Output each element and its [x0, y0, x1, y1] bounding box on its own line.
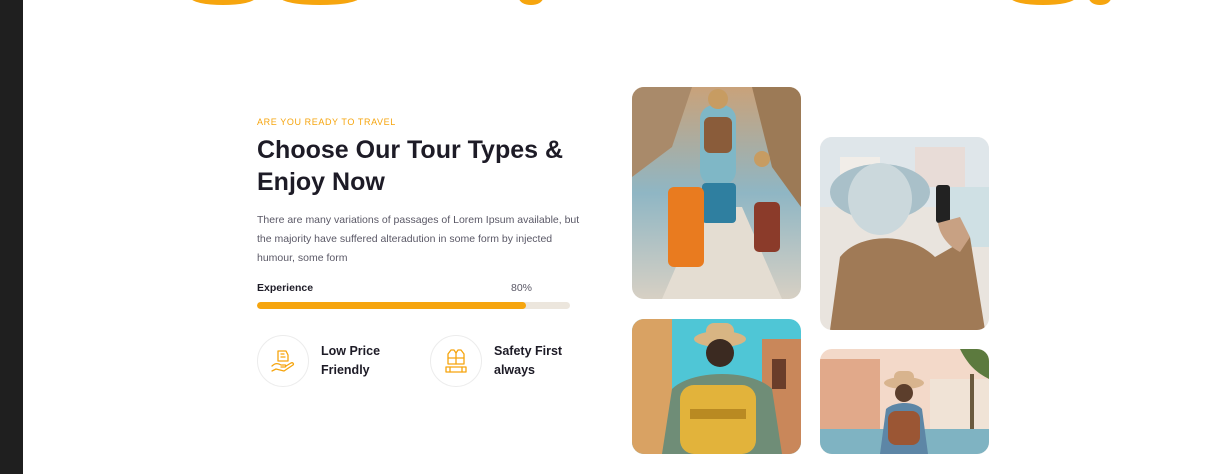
safety-vest-icon [430, 335, 482, 387]
left-rail [0, 0, 23, 474]
photo-traveler-suitcases [632, 87, 801, 299]
hand-price-icon [257, 335, 309, 387]
progress-label: Experience [257, 282, 314, 294]
decor-blob [519, 0, 543, 5]
section-eyebrow: ARE YOU READY TO TRAVEL [257, 117, 396, 127]
decor-blob [281, 0, 359, 5]
decor-blob [191, 0, 255, 5]
photo-woman-by-canal [820, 349, 989, 454]
progress-value: 80% [510, 282, 532, 294]
experience-progress: Experience 80% [257, 280, 570, 309]
decor-blob [1089, 0, 1111, 5]
progress-track [257, 302, 570, 309]
feature-low-price: Low Price Friendly [257, 335, 403, 387]
progress-fill [257, 302, 527, 309]
features-list: Low Price Friendly Safety First always [257, 335, 587, 387]
top-decoration [23, 0, 1222, 6]
feature-label: Safety First always [494, 344, 563, 377]
tour-types-section: ARE YOU READY TO TRAVEL Choose Our Tour … [257, 116, 587, 387]
section-title: Choose Our Tour Types & Enjoy Now [257, 136, 564, 196]
feature-label: Low Price Friendly [321, 344, 381, 377]
photo-woman-taking-photo [820, 137, 989, 330]
decor-blob [1011, 0, 1075, 5]
section-description: There are many variations of passages of… [257, 214, 580, 264]
feature-safety-first: Safety First always [430, 335, 576, 387]
photo-man-with-backpack [632, 319, 801, 454]
